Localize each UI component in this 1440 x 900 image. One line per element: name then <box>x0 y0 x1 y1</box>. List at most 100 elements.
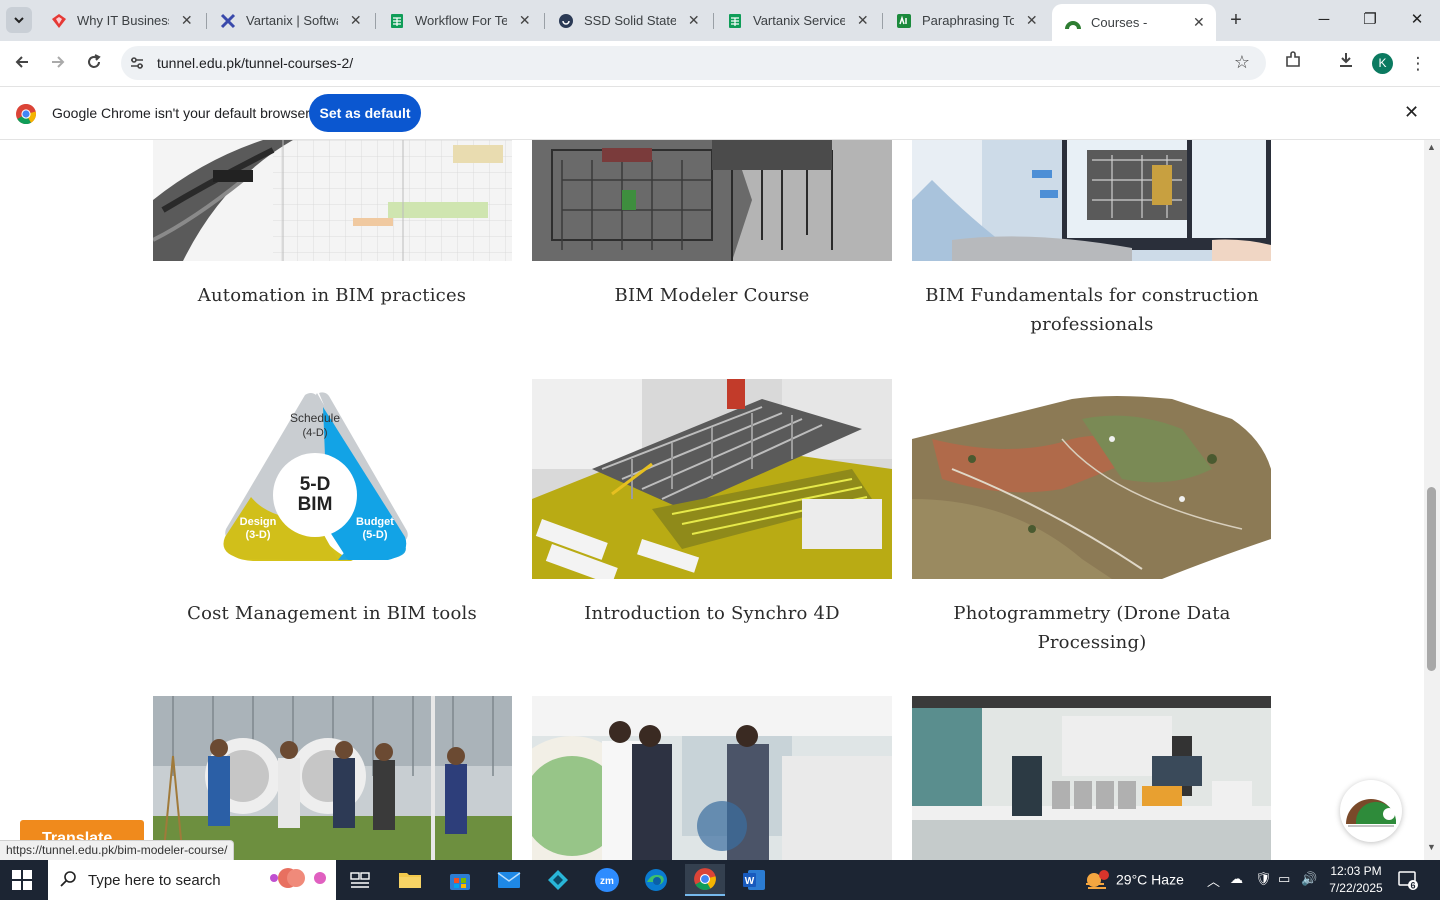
tab-title: Vartanix Services S <box>753 13 846 28</box>
close-tab-icon[interactable]: ✕ <box>1024 12 1039 29</box>
course-title[interactable]: BIM Modeler Course <box>532 281 892 310</box>
new-tab-button[interactable]: + <box>1224 8 1248 32</box>
diagram-center-sub: BIM <box>298 494 333 515</box>
tab-ssd-solid-state[interactable]: SSD Solid State Dr ✕ <box>545 4 711 37</box>
search-placeholder: Type here to search <box>88 872 221 889</box>
browser-toolbar: tunnel.edu.pk/tunnel-courses-2/ ☆ K ⋮ <box>0 41 1440 87</box>
security-shield-icon[interactable]: 🛡 <box>1255 871 1272 887</box>
task-view-icon[interactable] <box>340 864 380 896</box>
diagram-top-label: Schedule <box>290 411 340 425</box>
course-title[interactable]: Introduction to Synchro 4D <box>532 599 892 628</box>
course-image-bim-modeler[interactable] <box>532 140 892 261</box>
link-status-bubble: https://tunnel.edu.pk/bim-modeler-course… <box>0 840 235 860</box>
course-image-exhibition[interactable] <box>532 696 892 860</box>
notification-count: 6 <box>1410 881 1415 891</box>
tab-vartanix-services[interactable]: Vartanix Services S ✕ <box>714 4 880 37</box>
close-window-button[interactable]: ✕ <box>1394 6 1440 34</box>
course-image-automation-bim[interactable] <box>153 140 512 261</box>
tab-paraphrasing-tool[interactable]: Paraphrasing Tool ✕ <box>883 4 1049 37</box>
set-as-default-button[interactable]: Set as default <box>309 94 421 132</box>
course-image-field-survey[interactable] <box>153 696 512 860</box>
paraphrase-icon <box>895 12 913 30</box>
mail-icon[interactable] <box>489 864 529 896</box>
close-tab-icon[interactable]: ✕ <box>517 12 532 29</box>
profile-avatar[interactable]: K <box>1372 53 1393 74</box>
close-tab-icon[interactable]: ✕ <box>1192 14 1206 31</box>
tab-vartanix-software[interactable]: Vartanix | Software ✕ <box>207 4 373 37</box>
course-image-laboratory[interactable] <box>912 696 1271 860</box>
windows-taskbar: Type here to search zm W 29°C Haze ︿ ☁ 🛡… <box>0 860 1440 900</box>
site-info-icon[interactable] <box>129 55 145 71</box>
volume-icon[interactable]: 🔊 <box>1301 871 1317 887</box>
chrome-taskbar-icon[interactable] <box>685 864 725 896</box>
close-tab-icon[interactable]: ✕ <box>179 12 194 29</box>
network-icon[interactable]: ▭ <box>1278 871 1290 887</box>
forward-button[interactable] <box>44 50 72 78</box>
tab-title: Why IT Business M <box>77 13 170 28</box>
course-title[interactable]: Cost Management in BIM tools <box>152 599 512 628</box>
address-bar[interactable]: tunnel.edu.pk/tunnel-courses-2/ ☆ <box>121 46 1266 80</box>
url-text[interactable]: tunnel.edu.pk/tunnel-courses-2/ <box>157 55 353 71</box>
tab-title: Courses - <box>1091 15 1148 30</box>
maximize-button[interactable]: ❐ <box>1347 6 1393 34</box>
close-infobar-icon[interactable]: ✕ <box>1404 102 1419 123</box>
zoom-app-icon[interactable]: zm <box>587 864 627 896</box>
infobar-message: Google Chrome isn't your default browser <box>52 105 310 121</box>
course-image-photogrammetry[interactable] <box>912 379 1271 579</box>
tab-search-button[interactable] <box>6 7 32 33</box>
downloads-icon[interactable] <box>1333 51 1359 77</box>
reload-icon <box>88 54 101 68</box>
page-viewport: Automation in BIM practices BIM Modeler … <box>0 140 1424 860</box>
tab-workflow-for-team[interactable]: Workflow For Team ✕ <box>376 4 542 37</box>
word-app-icon[interactable]: W <box>734 864 774 896</box>
arrow-left-icon <box>15 56 28 68</box>
taskbar-search-box[interactable]: Type here to search <box>48 860 336 900</box>
institute-logo-badge[interactable] <box>1340 780 1402 842</box>
course-image-synchro-4d[interactable] <box>532 379 892 579</box>
file-explorer-icon[interactable] <box>390 864 430 896</box>
scroll-up-arrow-icon[interactable]: ▲ <box>1427 142 1436 152</box>
reload-button[interactable] <box>80 50 108 78</box>
course-image-cost-management[interactable]: Schedule (4-D) 5-D BIM Design (3-D) Budg… <box>153 379 512 579</box>
minimize-button[interactable]: ─ <box>1301 6 1347 34</box>
sheets-icon <box>388 12 406 30</box>
diagram-right-sub: (5-D) <box>362 529 387 541</box>
onedrive-cloud-icon[interactable]: ☁ <box>1230 871 1243 887</box>
back-button[interactable] <box>8 50 36 78</box>
bookmark-star-icon[interactable]: ☆ <box>1234 52 1250 73</box>
tunnel-logo-icon <box>1064 14 1082 32</box>
show-hidden-icons-chevron-icon[interactable]: ︿ <box>1207 871 1220 890</box>
weather-widget[interactable]: 29°C Haze <box>1084 870 1184 892</box>
tab-title: Paraphrasing Tool <box>922 13 1015 28</box>
scrollbar-thumb[interactable] <box>1427 487 1436 671</box>
close-tab-icon[interactable]: ✕ <box>855 12 870 29</box>
course-title[interactable]: Automation in BIM practices <box>152 281 512 310</box>
tab-courses[interactable]: Courses - ✕ <box>1052 4 1216 41</box>
page-scrollbar[interactable]: ▲ ▼ <box>1424 140 1440 860</box>
close-tab-icon[interactable]: ✕ <box>686 12 701 29</box>
close-tab-icon[interactable]: ✕ <box>348 12 363 29</box>
gem-icon <box>50 12 68 30</box>
edge-browser-icon[interactable] <box>636 864 676 896</box>
5d-bim-diagram: Schedule (4-D) 5-D BIM Design (3-D) Budg… <box>223 392 408 561</box>
menu-kebab-icon[interactable]: ⋮ <box>1405 51 1431 77</box>
system-clock[interactable]: 12:03 PM 7/22/2025 <box>1322 863 1390 897</box>
course-title[interactable]: BIM Fundamentals for construction profes… <box>912 281 1272 339</box>
svg-text:W: W <box>745 876 755 887</box>
diagram-left-label: Design <box>240 516 277 528</box>
scroll-down-arrow-icon[interactable]: ▼ <box>1427 842 1436 852</box>
tab-title: SSD Solid State Dr <box>584 13 677 28</box>
microsoft-store-icon[interactable] <box>440 864 480 896</box>
diagram-center-label: 5-D <box>300 474 331 495</box>
x-logo-icon <box>219 12 237 30</box>
chevron-down-icon <box>14 17 24 24</box>
course-title[interactable]: Photogrammetry (Drone Data Processing) <box>912 599 1272 657</box>
tab-why-it-business[interactable]: Why IT Business M ✕ <box>38 4 204 37</box>
clock-date: 7/22/2025 <box>1329 881 1383 895</box>
windows-start-icon[interactable] <box>12 870 32 890</box>
vpn-app-icon[interactable] <box>538 864 578 896</box>
notification-center-icon[interactable]: 6 <box>1398 870 1418 890</box>
tab-strip: Why IT Business M ✕ Vartanix | Software … <box>0 0 1440 41</box>
extensions-icon[interactable] <box>1280 51 1306 77</box>
course-image-bim-fundamentals[interactable] <box>912 140 1271 261</box>
